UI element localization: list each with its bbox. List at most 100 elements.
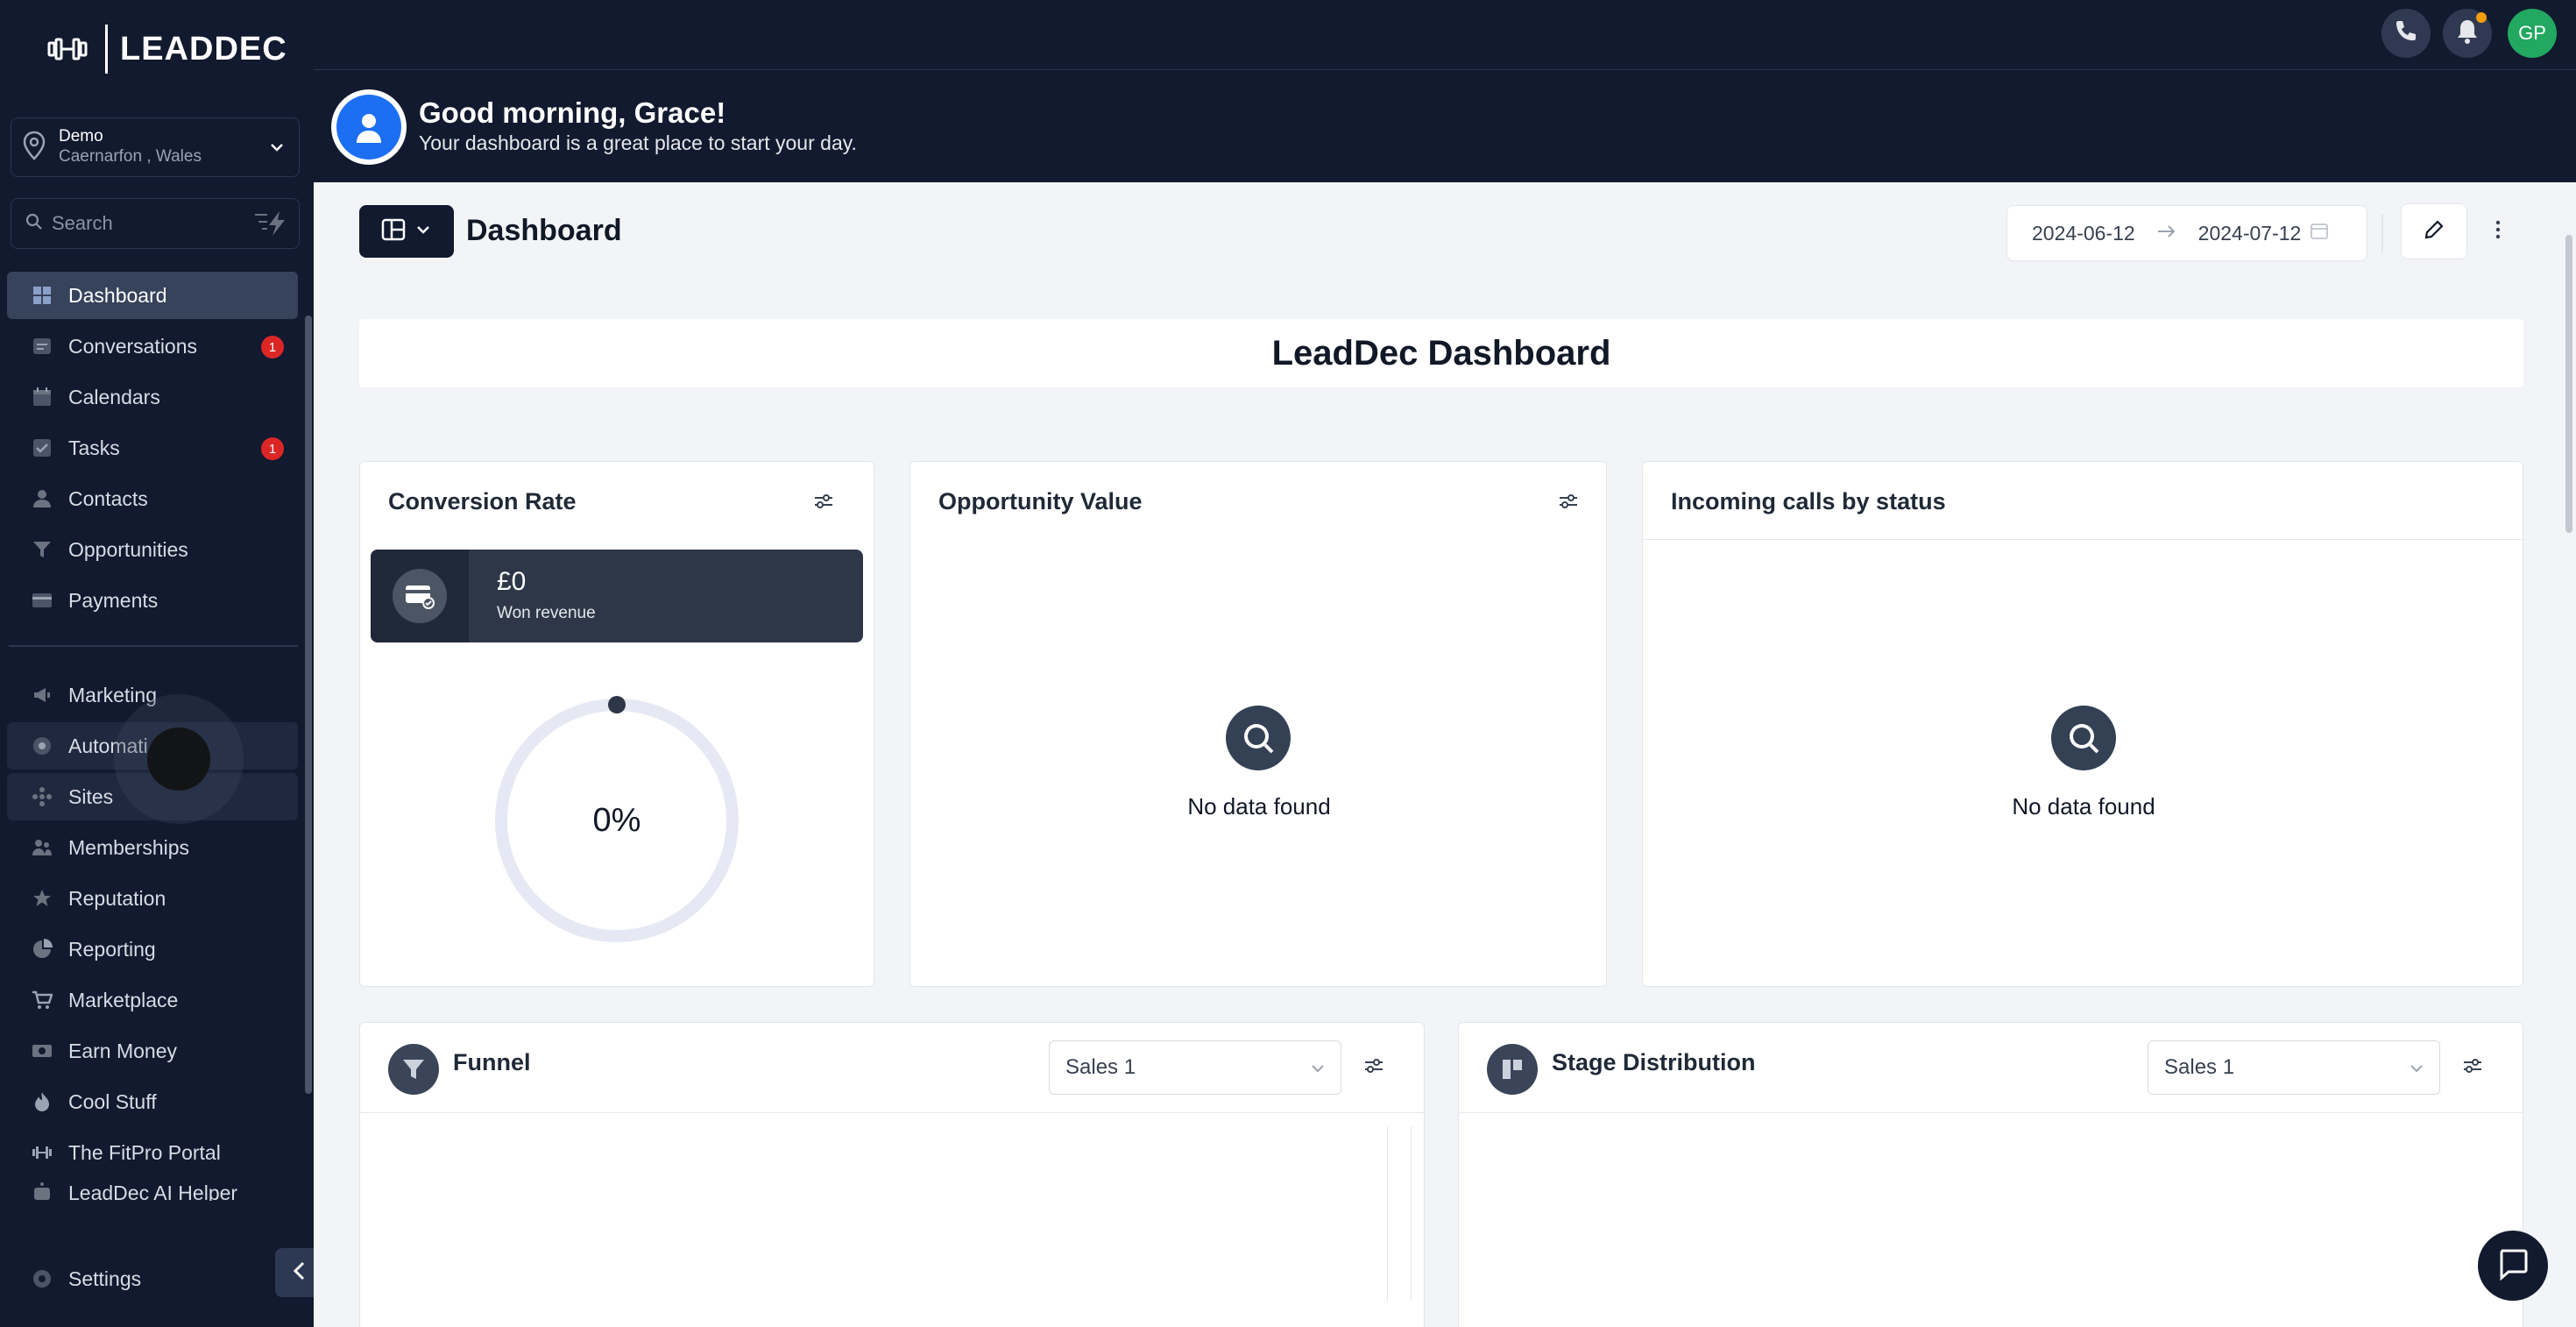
flame-icon (32, 1091, 53, 1112)
sidebar-item-contacts[interactable]: Contacts (7, 475, 298, 522)
card-title: Conversion Rate (388, 488, 577, 514)
card-title: Funnel (453, 1049, 531, 1075)
logo[interactable]: LEADDEC (47, 25, 287, 74)
sidebar-item-calendars[interactable]: Calendars (7, 373, 298, 421)
chat-widget-button[interactable] (2478, 1231, 2548, 1301)
filter-settings-button[interactable] (2459, 1054, 2486, 1081)
automation-icon (32, 735, 53, 756)
chevron-down-icon (267, 138, 287, 161)
location-sub: Caernarfon , Wales (59, 147, 202, 166)
card-divider (360, 1112, 1424, 1113)
sliders-icon (2462, 1057, 2483, 1079)
chevron-down-icon (414, 221, 432, 243)
revenue-card-icon (393, 569, 447, 623)
sidebar-item-label: Opportunities (68, 537, 188, 561)
page-scrollbar[interactable] (2565, 235, 2572, 533)
sidebar-item-label: Marketplace (68, 988, 179, 1011)
chevron-down-icon (1309, 1059, 1327, 1083)
sidebar-item-label: Earn Money (68, 1039, 178, 1062)
sidebar-item-marketplace[interactable]: Marketplace (7, 976, 298, 1024)
sidebar-scrollbar[interactable] (305, 316, 312, 1094)
user-profile-avatar[interactable] (331, 89, 407, 165)
phone-button[interactable] (2381, 9, 2431, 58)
gear-icon (32, 1268, 53, 1289)
conversion-rate-card: Conversion Rate £0 Won revenue 0% (359, 461, 874, 987)
page-title: Dashboard (466, 214, 622, 247)
sidebar-item-ai-helper[interactable]: LeadDec AI Helper (7, 1180, 298, 1201)
person-icon (32, 488, 53, 509)
logo-divider (105, 25, 108, 74)
search-empty-icon (1226, 706, 1291, 770)
sidebar-item-label: Cool Stuff (68, 1089, 157, 1113)
sidebar-item-label: Sites (68, 784, 114, 808)
sidebar-item-cool-stuff[interactable]: Cool Stuff (7, 1078, 298, 1125)
sidebar-item-label: Reputation (68, 886, 166, 910)
kebab-menu-icon (2495, 220, 2501, 244)
user-avatar[interactable]: GP (2508, 9, 2557, 58)
filter-settings-button[interactable] (1361, 1054, 1387, 1081)
sliders-icon (1558, 493, 1579, 514)
unread-badge: 1 (261, 336, 284, 358)
search-input[interactable] (52, 212, 227, 235)
sidebar-item-dashboard[interactable]: Dashboard (7, 272, 298, 319)
date-start[interactable]: 2024-06-12 (2032, 222, 2135, 245)
star-icon (32, 888, 53, 909)
notification-dot (2476, 12, 2487, 23)
date-range-picker[interactable]: 2024-06-12 2024-07-12 (2006, 205, 2367, 261)
sidebar-item-label: Memberships (68, 835, 190, 859)
card-title: Stage Distribution (1552, 1049, 1756, 1075)
filter-settings-button[interactable] (810, 490, 837, 516)
edit-dashboard-button[interactable] (2401, 203, 2467, 259)
cursor-indicator (147, 727, 210, 791)
sites-icon (32, 786, 53, 807)
pipeline-select[interactable]: Sales 1 (1049, 1040, 1341, 1095)
date-end[interactable]: 2024-07-12 (2198, 222, 2302, 245)
sidebar-item-label: Reporting (68, 937, 156, 961)
arrow-right-icon (2156, 222, 2177, 245)
phone-icon (2393, 18, 2419, 49)
money-icon (32, 1040, 53, 1061)
sidebar-item-opportunities[interactable]: Opportunities (7, 526, 298, 573)
sidebar-item-memberships[interactable]: Memberships (7, 824, 298, 871)
layout-icon (381, 217, 406, 246)
won-revenue-label: Won revenue (497, 604, 596, 622)
empty-state-text: No data found (1187, 793, 1331, 820)
calendar-icon (2310, 221, 2329, 245)
sidebar-item-label: LeadDec AI Helper (68, 1182, 238, 1201)
sidebar-item-payments[interactable]: Payments (7, 577, 298, 624)
funnel-scrollbar[interactable] (1387, 1126, 1412, 1302)
dumbbell-icon (32, 1142, 53, 1163)
sidebar-item-label: Tasks (68, 436, 120, 459)
pipeline-select[interactable]: Sales 1 (2148, 1040, 2440, 1095)
sidebar-item-reporting[interactable]: Reporting (7, 926, 298, 973)
sidebar-item-label: Payments (68, 588, 159, 612)
card-divider (1643, 539, 2523, 540)
card-title: Opportunity Value (938, 488, 1143, 514)
dashboard-main: Dashboard 2024-06-12 2024-07-12 LeadDec … (314, 182, 2576, 1327)
greeting-subtitle: Your dashboard is a great place to start… (419, 131, 857, 154)
search-icon (25, 213, 43, 235)
won-revenue-value: £0 (497, 567, 527, 596)
sidebar-item-earn-money[interactable]: Earn Money (7, 1027, 298, 1075)
bell-icon (2455, 18, 2480, 49)
toolbar-divider (2381, 214, 2383, 252)
location-switcher[interactable]: Demo Caernarfon , Wales (11, 117, 300, 177)
more-options-button[interactable] (2485, 214, 2511, 249)
settings-label: Settings (68, 1267, 142, 1290)
sidebar-item-label: The FitPro Portal (68, 1140, 221, 1164)
filter-settings-button[interactable] (1555, 490, 1582, 516)
sidebar-item-reputation[interactable]: Reputation (7, 875, 298, 922)
sidebar-item-tasks[interactable]: Tasks 1 (7, 424, 298, 472)
quick-action-bolt-icon[interactable] (253, 209, 287, 242)
opportunity-value-card: Opportunity Value No data found (909, 461, 1607, 987)
dumbbell-logo-icon (47, 36, 88, 62)
search-box (11, 198, 300, 249)
sidebar-item-conversations[interactable]: Conversations 1 (7, 323, 298, 370)
greeting-title: Good morning, Grace! (419, 96, 726, 129)
notifications-button[interactable] (2443, 9, 2492, 58)
sidebar-item-fitpro-portal[interactable]: The FitPro Portal (7, 1129, 298, 1176)
funnel-card: Funnel Sales 1 (359, 1022, 1425, 1327)
sidebar-item-settings[interactable]: Settings (7, 1255, 298, 1302)
won-revenue-box: £0 Won revenue (371, 550, 863, 642)
dashboard-switcher-button[interactable] (359, 205, 454, 258)
